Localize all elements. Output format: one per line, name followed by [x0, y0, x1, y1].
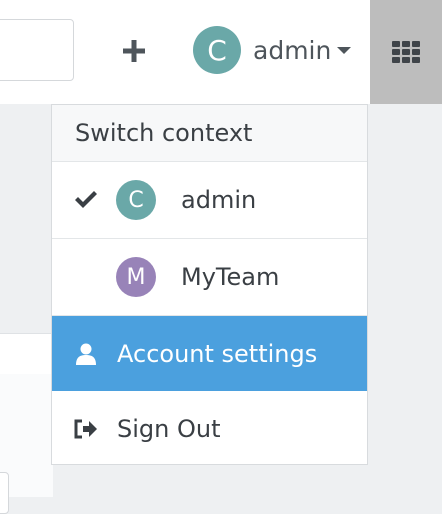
- grid-icon: [392, 41, 420, 63]
- checkmark-icon: [74, 190, 98, 210]
- background-input: [0, 472, 9, 514]
- sign-out-icon: [74, 419, 98, 439]
- user-dropdown-menu: Switch context C admin M MyTeam Account …: [51, 104, 368, 465]
- user-icon: [74, 343, 98, 365]
- switch-context-header: Switch context: [52, 105, 367, 162]
- add-button[interactable]: [116, 33, 152, 69]
- account-settings-label: Account settings: [117, 339, 318, 368]
- plus-icon: [123, 40, 145, 62]
- context-item-myteam[interactable]: M MyTeam: [52, 239, 367, 316]
- caret-down-icon: [337, 46, 352, 54]
- top-navbar: C admin: [0, 0, 442, 104]
- avatar: C: [193, 26, 241, 74]
- context-avatar: M: [116, 257, 156, 297]
- context-item-admin[interactable]: C admin: [52, 162, 367, 239]
- context-avatar: C: [116, 180, 156, 220]
- user-menu-toggle[interactable]: C admin: [193, 26, 352, 74]
- search-input[interactable]: [0, 19, 74, 81]
- sign-out-label: Sign Out: [117, 415, 221, 443]
- apps-grid-button[interactable]: [370, 0, 442, 104]
- sign-out-item[interactable]: Sign Out: [52, 391, 367, 467]
- username-label: admin: [253, 35, 332, 65]
- account-settings-item[interactable]: Account settings: [52, 316, 367, 391]
- context-label: admin: [181, 186, 257, 214]
- context-label: MyTeam: [181, 263, 280, 291]
